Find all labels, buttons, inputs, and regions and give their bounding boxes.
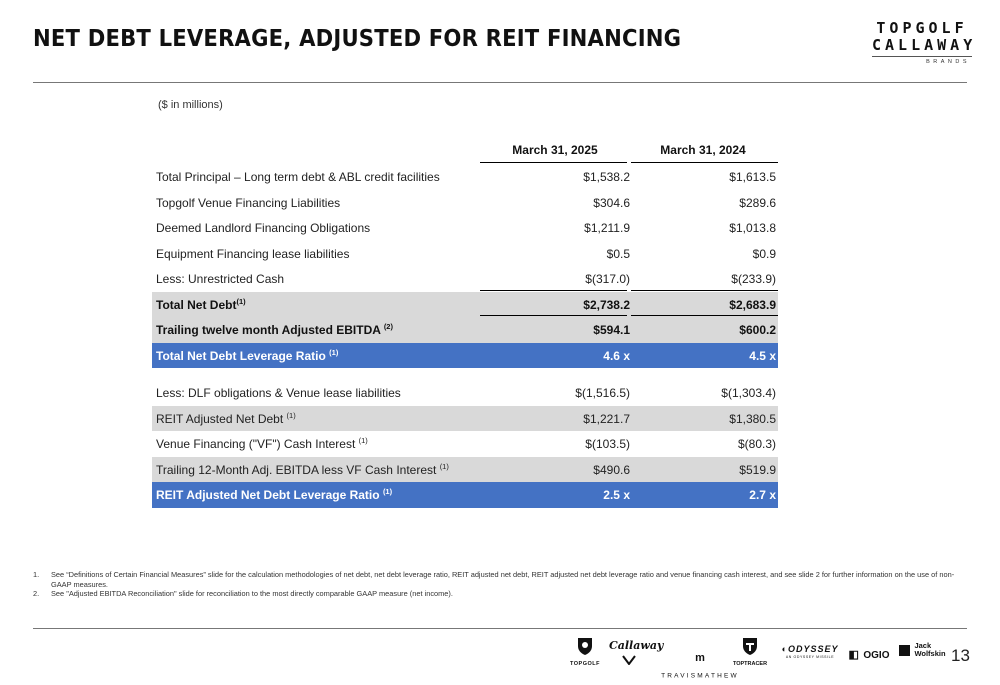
row-label: Total Principal – Long term debt & ABL c…: [156, 170, 440, 184]
footnote-ref: (2): [383, 322, 393, 331]
topgolf-shield-icon: [578, 638, 592, 655]
row-label: Total Net Debt Leverage Ratio (1): [156, 347, 339, 363]
total-rule: [480, 315, 627, 316]
table-row-adjusted-ebitda: Trailing twelve month Adjusted EBITDA (2…: [152, 317, 778, 343]
row-label: Trailing twelve month Adjusted EBITDA (2…: [156, 322, 393, 338]
table-row-total-net-debt: Total Net Debt(1) $2,738.2 $2,683.9: [152, 291, 778, 317]
value-2024: $1,613.5: [729, 170, 776, 184]
top-divider: [33, 82, 967, 83]
topgolf-brand-logo: TOPGOLF: [565, 636, 605, 667]
value-2024: $(80.3): [737, 437, 776, 451]
logo-line-2: CALLAWAY: [872, 36, 977, 54]
value-2025: $0.5: [606, 246, 630, 261]
footnote-text: See "Adjusted EBITDA Reconciliation" sli…: [51, 589, 453, 598]
footnote-ref: (1): [329, 347, 339, 357]
footnote-text: See “Definitions of Certain Financial Me…: [51, 570, 955, 589]
total-rule: [631, 315, 778, 316]
table-row-reit-leverage-ratio: REIT Adjusted Net Debt Leverage Ratio (1…: [152, 482, 778, 508]
value-2025: $(1,516.5): [575, 386, 630, 400]
footnote: 2. See "Adjusted EBITDA Reconciliation" …: [33, 589, 963, 599]
row-label: Trailing 12-Month Adj. EBITDA less VF Ca…: [156, 461, 449, 477]
footnote-number: 2.: [33, 589, 40, 598]
footnote-ref: (1): [286, 410, 296, 420]
value-2025: 4.6 x: [603, 348, 630, 363]
row-label: Total Net Debt(1): [156, 296, 246, 312]
table-row: Less: DLF obligations & Venue lease liab…: [152, 380, 778, 406]
value-2024: $1,380.5: [729, 411, 776, 426]
value-2024: $(233.9): [731, 272, 776, 286]
value-2025: $2,738.2: [583, 297, 630, 312]
value-2025: $1,211.9: [584, 221, 630, 235]
footnote-ref: (1): [358, 436, 368, 445]
value-2025: $304.6: [593, 195, 630, 210]
footnote: 1. See “Definitions of Certain Financial…: [33, 570, 963, 589]
footnote-ref: (1): [236, 296, 246, 306]
value-2024: $600.2: [739, 323, 776, 337]
value-2024: $2,683.9: [729, 297, 776, 312]
ogio-mark-icon: ◧: [848, 649, 859, 661]
value-2025: $490.6: [593, 462, 630, 477]
value-2024: $0.9: [752, 246, 776, 261]
footnote-number: 1.: [33, 570, 40, 579]
units-note: ($ in millions): [158, 99, 223, 111]
callaway-brand-logo: Callaway: [609, 639, 663, 670]
table-row: Venue Financing ("VF") Cash Interest (1)…: [152, 431, 778, 457]
table-row: Less: Unrestricted Cash $(317.0) $(233.9…: [152, 266, 778, 292]
bottom-divider: [33, 628, 967, 629]
value-2025: $594.1: [593, 323, 630, 337]
toptracer-shield-icon: [743, 638, 757, 655]
table-row-ebitda-less-vf: Trailing 12-Month Adj. EBITDA less VF Ca…: [152, 456, 778, 482]
row-label: REIT Adjusted Net Debt Leverage Ratio (1…: [156, 487, 393, 503]
row-label: Less: Unrestricted Cash: [156, 272, 285, 286]
value-2024: $(1,303.4): [721, 386, 776, 400]
page-title: NET DEBT LEVERAGE, ADJUSTED FOR REIT FIN…: [33, 26, 682, 52]
logo-line-1: TOPGOLF: [876, 19, 968, 37]
value-2024: $1,013.8: [729, 221, 776, 235]
header-underline: [631, 162, 778, 163]
subtotal-rule: [480, 289, 627, 291]
value-2024: $289.6: [739, 195, 776, 210]
row-label: Venue Financing ("VF") Cash Interest (1): [156, 436, 368, 452]
row-label: Equipment Financing lease liabilities: [156, 246, 350, 261]
column-header-2024: March 31, 2024: [660, 143, 746, 157]
logo-line-3: BRANDS: [872, 56, 972, 65]
footnote-ref: (1): [439, 461, 449, 471]
ogio-brand-logo: ◧ OGIO: [848, 649, 890, 661]
table-row: Total Principal – Long term debt & ABL c…: [152, 164, 778, 190]
value-2024: 2.7 x: [749, 488, 776, 502]
toptracer-brand-logo: TOPTRACER: [730, 636, 770, 667]
table-row-reit-adjusted-net-debt: REIT Adjusted Net Debt (1) $1,221.7 $1,3…: [152, 405, 778, 431]
value-2025: $1,538.2: [583, 170, 630, 184]
value-2025: $(317.0): [585, 272, 630, 286]
table-row: Equipment Financing lease liabilities $0…: [152, 241, 778, 267]
row-label: Topgolf Venue Financing Liabilities: [156, 195, 341, 210]
table-row: Topgolf Venue Financing Liabilities $304…: [152, 190, 778, 216]
odyssey-brand-logo: ◐ODYSSEY AN ODYSSEY MISSILE: [781, 644, 839, 659]
table-row-total-leverage-ratio: Total Net Debt Leverage Ratio (1) 4.6 x …: [152, 342, 778, 368]
row-label: Less: DLF obligations & Venue lease liab…: [156, 386, 401, 400]
footnote-ref: (1): [382, 487, 393, 496]
value-2024: $519.9: [739, 462, 776, 477]
value-2025: $1,221.7: [583, 411, 630, 426]
company-logo: TOPGOLF CALLAWAY BRANDS: [872, 20, 972, 65]
paw-icon: [899, 645, 910, 656]
tm-mark-icon: m: [695, 651, 705, 664]
column-header-2025: March 31, 2025: [512, 143, 598, 157]
value-2025: 2.5 x: [603, 488, 630, 502]
value-2025: $(103.5): [585, 437, 630, 451]
row-label: REIT Adjusted Net Debt (1): [156, 410, 296, 426]
leverage-table: March 31, 2025 March 31, 2024 Total Prin…: [152, 138, 778, 508]
header-underline: [480, 162, 627, 163]
footnotes: 1. See “Definitions of Certain Financial…: [33, 570, 963, 599]
subtotal-rule: [631, 289, 778, 291]
page-number: 13: [951, 646, 970, 665]
row-label: Deemed Landlord Financing Obligations: [156, 221, 371, 235]
chevron-icon: [622, 655, 636, 666]
table-row: Deemed Landlord Financing Obligations $1…: [152, 215, 778, 241]
jack-wolfskin-brand-logo: Jack Wolfskin: [899, 642, 947, 660]
table-header: March 31, 2025 March 31, 2024: [152, 138, 778, 164]
value-2024: 4.5 x: [749, 348, 776, 363]
